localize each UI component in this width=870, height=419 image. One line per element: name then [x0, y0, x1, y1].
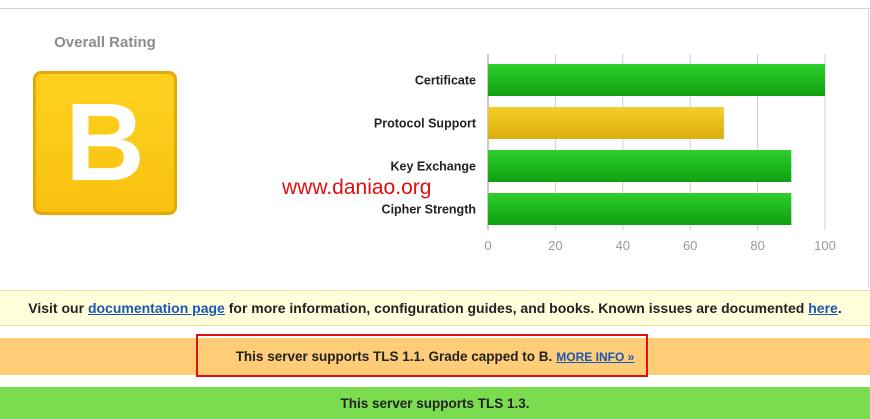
docs-prefix: Visit our: [28, 300, 85, 316]
red-highlight-box: [196, 334, 648, 377]
bar: [488, 64, 825, 96]
x-tick-label: 100: [814, 238, 836, 253]
x-tick-label: 40: [616, 238, 630, 253]
x-tick-label: 0: [484, 238, 491, 253]
docs-middle: for more information, configuration guid…: [228, 300, 805, 316]
x-tick-label: 60: [683, 238, 697, 253]
bar: [488, 150, 792, 182]
rating-chart: 0 20 40 60 80 100 Certificate Protocol Support K…: [374, 54, 836, 253]
x-tick-label: 20: [548, 238, 562, 253]
category-label: Certificate: [415, 74, 476, 88]
known-issues-link[interactable]: here: [808, 300, 838, 316]
documentation-page-link[interactable]: documentation page: [88, 300, 225, 316]
documentation-banner: Visit our documentation page for more in…: [0, 290, 870, 326]
docs-suffix: .: [837, 300, 842, 316]
category-label: Cipher Strength: [382, 203, 476, 217]
bar: [488, 107, 724, 139]
category-label: Protocol Support: [374, 117, 477, 131]
tls13-banner: This server supports TLS 1.3.: [0, 387, 870, 419]
category-label: Key Exchange: [391, 160, 477, 174]
bar: [488, 193, 792, 225]
x-tick-label: 80: [750, 238, 764, 253]
tls13-text: This server supports TLS 1.3.: [340, 395, 530, 411]
watermark-text: www.daniao.org: [282, 176, 432, 199]
